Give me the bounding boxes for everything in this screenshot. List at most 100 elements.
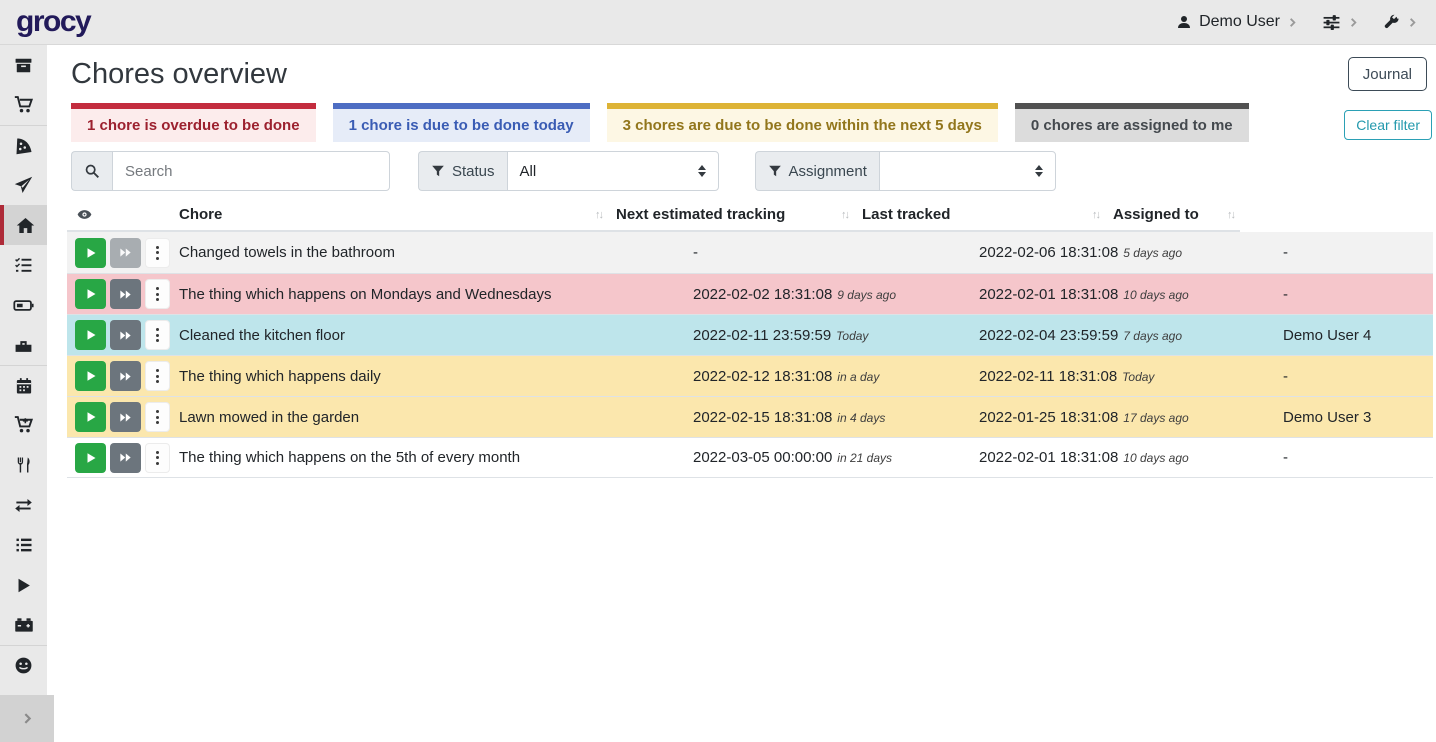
row-menu-button[interactable]: [145, 361, 170, 391]
row-menu-button[interactable]: [145, 279, 170, 309]
sort-icon: ↑↓: [1227, 209, 1234, 221]
admin-menu[interactable]: [1383, 14, 1418, 31]
row-actions: [67, 320, 179, 350]
journal-button[interactable]: Journal: [1348, 57, 1427, 91]
row-menu-button[interactable]: [145, 402, 170, 432]
ellipsis-v-icon: [156, 246, 159, 260]
assignment-filter-addon: Assignment: [755, 151, 879, 191]
play-icon: [85, 288, 97, 300]
track-chore-button[interactable]: [75, 361, 106, 391]
sidebar-item-equipment[interactable]: [0, 325, 47, 365]
last-tracked-cell: 2022-01-25 18:31:0817 days ago: [979, 409, 1283, 426]
sidebar-item-consume[interactable]: [0, 445, 47, 485]
due-today-banner[interactable]: 1 chore is due to be done today: [333, 103, 590, 142]
assigned-to-me-banner[interactable]: 0 chores are assigned to me: [1015, 103, 1249, 142]
ellipsis-v-icon: [156, 369, 159, 383]
top-bar: grocy Demo User: [0, 0, 1436, 45]
row-actions: [67, 279, 179, 309]
assignment-filter-label: Assignment: [789, 163, 867, 180]
skip-chore-button[interactable]: [110, 279, 141, 309]
sidebar-item-recipes[interactable]: [0, 125, 47, 165]
assigned-to-cell: -: [1283, 244, 1433, 261]
chore-name: The thing which happens on Mondays and W…: [179, 286, 693, 303]
cart-plus-icon: [14, 415, 34, 435]
sidebar-item-stock[interactable]: [0, 45, 47, 85]
sidebar-item-user-settings[interactable]: [0, 645, 47, 685]
fast-forward-icon: [119, 370, 132, 383]
skip-chore-button[interactable]: [110, 402, 141, 432]
next-tracking-cell: 2022-02-11 23:59:59Today: [693, 327, 979, 344]
track-chore-button[interactable]: [75, 320, 106, 350]
last-tracked-cell: 2022-02-11 18:31:08Today: [979, 368, 1283, 385]
sidebar-item-chores-overview[interactable]: [0, 205, 47, 245]
status-select-value: All: [520, 163, 537, 180]
track-chore-button[interactable]: [75, 443, 106, 473]
ellipsis-v-icon: [156, 287, 159, 301]
sidebar-item-battery-tracking[interactable]: [0, 605, 47, 645]
sidebar-item-shopping-list[interactable]: [0, 85, 47, 125]
play-icon: [15, 577, 32, 594]
column-header-last-tracked[interactable]: Last tracked ↑↓: [854, 206, 1105, 223]
row-actions: [67, 443, 179, 473]
column-header-next-tracking[interactable]: Next estimated tracking ↑↓: [608, 206, 854, 223]
fast-forward-icon: [119, 329, 132, 342]
column-visibility-header[interactable]: [67, 207, 179, 222]
sidebar-item-inventory[interactable]: [0, 525, 47, 565]
clear-filter-button[interactable]: Clear filter: [1344, 110, 1432, 140]
ellipsis-v-icon: [156, 328, 159, 342]
skip-chore-button[interactable]: [110, 443, 141, 473]
toolbox-icon: [14, 336, 33, 355]
table-row: The thing which happens daily 2022-02-12…: [67, 355, 1433, 396]
skip-chore-button[interactable]: [110, 361, 141, 391]
sidebar-item-chore-tracking[interactable]: [0, 565, 47, 605]
sidebar-item-batteries[interactable]: [0, 285, 47, 325]
select-caret-icon: [1035, 165, 1043, 177]
grocy-logo[interactable]: grocy: [16, 5, 90, 39]
sidebar-item-purchase[interactable]: [0, 405, 47, 445]
row-menu-button[interactable]: [145, 443, 170, 473]
column-header-assigned-to[interactable]: Assigned to ↑↓: [1105, 206, 1240, 223]
sort-icon: ↑↓: [595, 209, 602, 221]
overdue-banner[interactable]: 1 chore is overdue to be done: [71, 103, 316, 142]
chevron-right-icon: [1348, 17, 1359, 28]
table-row: The thing which happens on the 5th of ev…: [67, 437, 1433, 478]
ellipsis-v-icon: [156, 410, 159, 424]
play-icon: [85, 370, 97, 382]
due-soon-banner[interactable]: 3 chores are due to be done within the n…: [607, 103, 998, 142]
row-menu-button[interactable]: [145, 320, 170, 350]
track-chore-button[interactable]: [75, 238, 106, 268]
status-banners: 1 chore is overdue to be done 1 chore is…: [71, 103, 1433, 142]
play-icon: [85, 329, 97, 341]
track-chore-button[interactable]: [75, 402, 106, 432]
last-tracked-cell: 2022-02-04 23:59:597 days ago: [979, 327, 1283, 344]
skip-chore-button[interactable]: [110, 320, 141, 350]
search-icon: [84, 163, 100, 179]
sidebar-item-transfer[interactable]: [0, 485, 47, 525]
chore-name: Lawn mowed in the garden: [179, 409, 693, 426]
main-content: Chores overview Journal 1 chore is overd…: [54, 45, 1436, 742]
search-input[interactable]: [112, 151, 390, 191]
shopping-cart-icon: [14, 95, 34, 115]
track-chore-button[interactable]: [75, 279, 106, 309]
column-header-chore[interactable]: Chore ↑↓: [179, 206, 608, 223]
last-tracked-cell: 2022-02-01 18:31:0810 days ago: [979, 449, 1283, 466]
sidebar-collapse-toggle[interactable]: [0, 695, 54, 742]
sidebar-item-tasks[interactable]: [0, 245, 47, 285]
exchange-arrows-icon: [14, 496, 33, 515]
chores-table: Chore ↑↓ Next estimated tracking ↑↓ Last…: [67, 199, 1433, 478]
user-menu[interactable]: Demo User: [1176, 13, 1298, 31]
last-tracked-cell: 2022-02-01 18:31:0810 days ago: [979, 286, 1283, 303]
checklist-icon: [14, 256, 33, 275]
assignment-select[interactable]: [879, 151, 1056, 191]
funnel-icon: [768, 164, 782, 178]
sidebar-item-meal-plan[interactable]: [0, 165, 47, 205]
settings-menu[interactable]: [1322, 13, 1359, 32]
fast-forward-icon: [119, 288, 132, 301]
last-tracked-cell: 2022-02-06 18:31:085 days ago: [979, 244, 1283, 261]
calendar-icon: [15, 377, 33, 395]
skip-chore-button[interactable]: [110, 238, 141, 268]
chore-name: Cleaned the kitchen floor: [179, 327, 693, 344]
row-menu-button[interactable]: [145, 238, 170, 268]
sidebar-item-calendar[interactable]: [0, 365, 47, 405]
status-select[interactable]: All: [507, 151, 719, 191]
